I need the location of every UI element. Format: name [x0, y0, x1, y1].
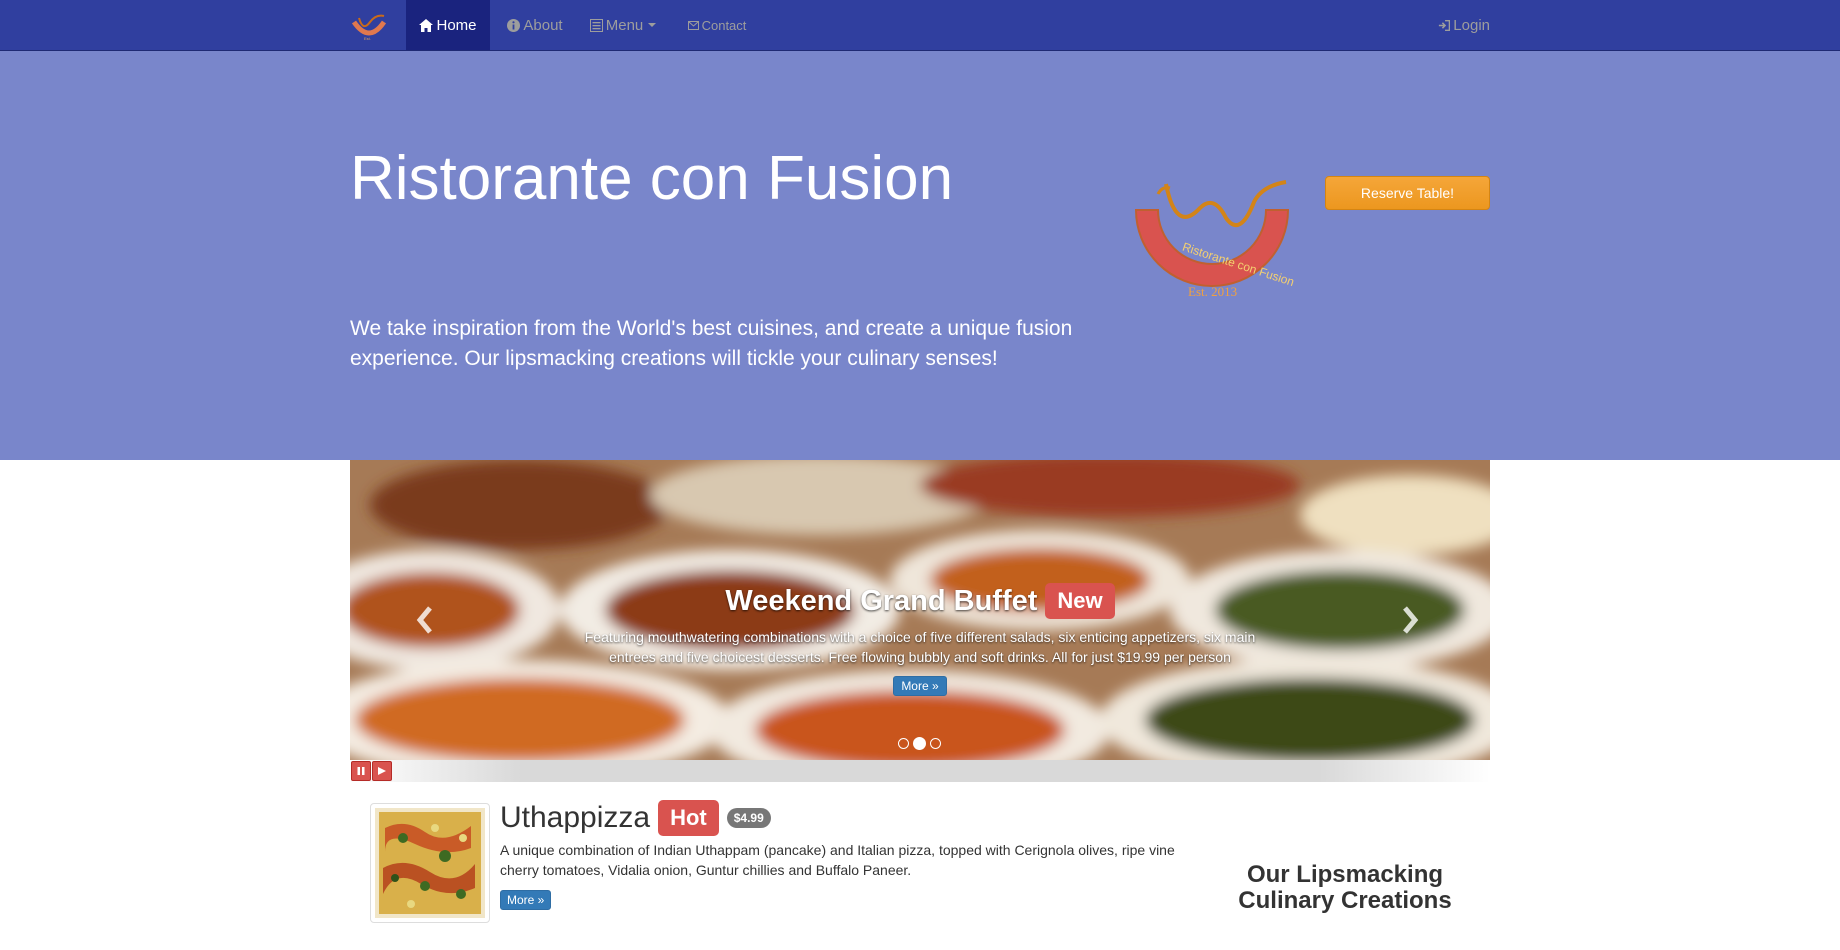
- nav-home[interactable]: Home: [406, 0, 490, 50]
- navbar: Est. Home About Menu Contact Login: [0, 0, 1840, 51]
- carousel-controls: [350, 760, 1490, 782]
- featured-dish-heading: Uthappizza Hot $4.99: [500, 800, 771, 836]
- carousel: Weekend Grand Buffet New Featuring mouth…: [350, 460, 1490, 760]
- carousel-pause-button[interactable]: [351, 761, 371, 781]
- carousel-indicators: [898, 736, 941, 750]
- hot-badge: Hot: [658, 800, 719, 836]
- nav-menu-label: Menu: [605, 16, 644, 34]
- nav-login[interactable]: Login: [1438, 0, 1490, 50]
- log-in-icon: [1438, 19, 1451, 31]
- nav-about[interactable]: About: [506, 0, 564, 50]
- carousel-play-button[interactable]: [372, 761, 392, 781]
- uthappizza-image: [370, 803, 490, 923]
- logo-est: Est. 2013: [1188, 284, 1237, 299]
- brand-logo[interactable]: Est.: [350, 10, 388, 42]
- carousel-indicator[interactable]: [898, 737, 909, 749]
- nav-login-label: Login: [1453, 16, 1490, 34]
- pause-icon: [357, 767, 365, 775]
- new-badge: New: [1045, 583, 1115, 619]
- page-title: Ristorante con Fusion: [350, 144, 954, 213]
- carousel-more-button[interactable]: More »: [893, 676, 947, 696]
- reserve-table-button[interactable]: Reserve Table!: [1325, 176, 1490, 210]
- hero-description: We take inspiration from the World's bes…: [350, 317, 1073, 370]
- info-sign-icon: [507, 18, 521, 32]
- featured-more-button[interactable]: More »: [500, 890, 552, 910]
- carousel-title-row: Weekend Grand Buffet New: [725, 583, 1115, 619]
- nav-menu-dropdown[interactable]: Menu: [587, 0, 659, 50]
- play-icon: [378, 767, 386, 775]
- nav-contact[interactable]: Contact: [685, 0, 749, 50]
- price-badge: $4.99: [726, 808, 771, 828]
- nav-about-label: About: [523, 16, 563, 34]
- envelope-icon: [687, 20, 699, 30]
- carousel-indicator[interactable]: [930, 737, 941, 749]
- list-alt-icon: [589, 18, 603, 32]
- restaurant-logo: Ristorante con Fusion Est. 2013: [1130, 174, 1296, 302]
- jumbotron: Ristorante con Fusion We take inspiratio…: [0, 51, 1840, 460]
- nav-contact-label: Contact: [701, 17, 747, 33]
- chevron-down-icon: [648, 23, 657, 27]
- home-icon: [419, 18, 434, 32]
- carousel-description: Featuring mouthwatering combinations wit…: [584, 629, 1256, 665]
- svg-text:Est.: Est.: [364, 36, 371, 41]
- carousel-caption: Weekend Grand Buffet New Featuring mouth…: [350, 583, 1490, 696]
- sidebar-heading: Our Lipsmacking Culinary Creations: [1238, 861, 1452, 914]
- featured-dish-name: Uthappizza: [500, 801, 651, 834]
- carousel-title: Weekend Grand Buffet: [725, 584, 1038, 617]
- featured-dish-description: A unique combination of Indian Uthappam …: [500, 842, 1175, 878]
- nav-home-label: Home: [436, 16, 477, 34]
- carousel-indicator-active[interactable]: [913, 736, 926, 750]
